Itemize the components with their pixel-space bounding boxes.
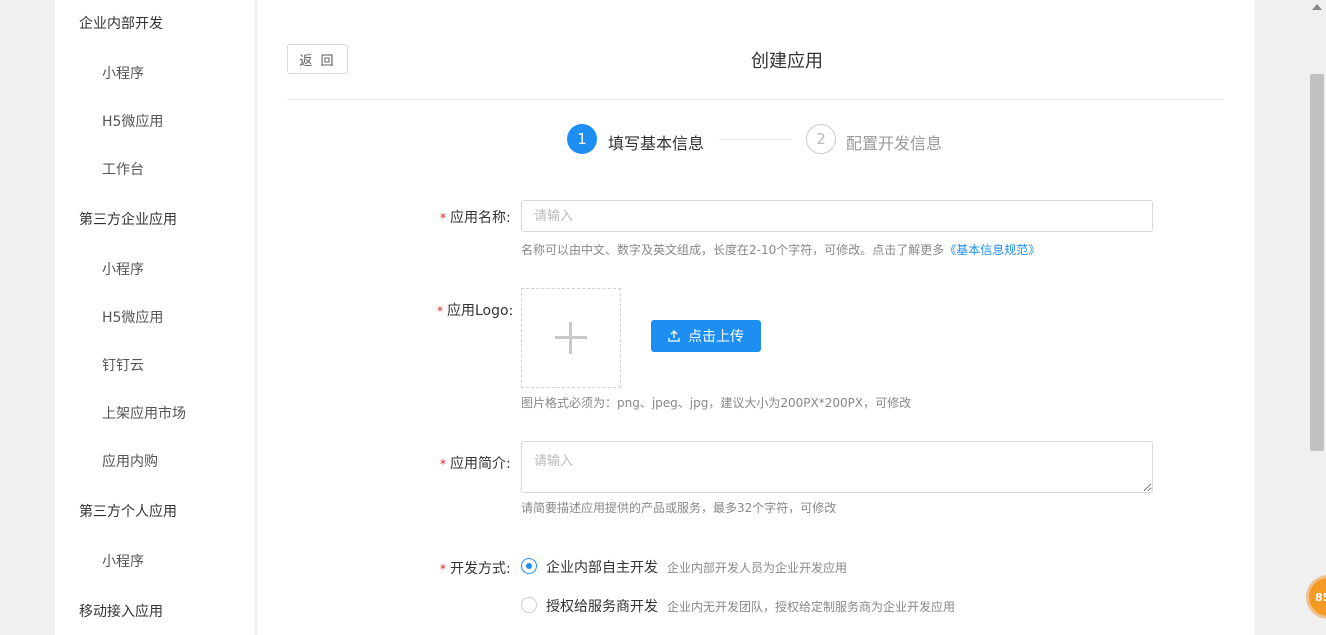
sidebar-nav: 企业内部开发 小程序 H5微应用 工作台 第三方企业应用 小程序 H5微应用 钉…: [55, 0, 255, 635]
sidebar-item-internal-miniprogram[interactable]: 小程序: [102, 63, 144, 83]
app-intro-textarea[interactable]: [521, 441, 1153, 493]
main-panel: 返 回 创建应用 1 填写基本信息 2 配置开发信息 * 应用名称: 名称可以由中…: [257, 0, 1255, 635]
sidebar-item-tp-h5[interactable]: H5微应用: [102, 307, 163, 327]
app-name-hint-text: 名称可以由中文、数字及英文组成，长度在2-10个字符，可修改。点击了解更多: [521, 243, 945, 257]
app-name-input[interactable]: [521, 200, 1153, 232]
basic-info-spec-link[interactable]: 《基本信息规范》: [944, 243, 1040, 257]
sidebar-group-mobile-access[interactable]: 移动接入应用: [79, 601, 163, 621]
app-name-label: * 应用名称:: [440, 207, 511, 227]
sidebar-item-tp-market[interactable]: 上架应用市场: [102, 403, 186, 423]
dev-mode-vendor-desc: 企业内无开发团队，授权给定制服务商为企业开发应用: [667, 600, 956, 614]
app-name-hint: 名称可以由中文、数字及英文组成，长度在2-10个字符，可修改。点击了解更多《基本…: [521, 241, 1040, 258]
dev-mode-internal-label[interactable]: 企业内部自主开发: [546, 557, 658, 577]
back-button[interactable]: 返 回: [287, 44, 348, 74]
sidebar-item-internal-workbench[interactable]: 工作台: [102, 159, 144, 179]
sidebar-item-tp-cloud[interactable]: 钉钉云: [102, 355, 144, 375]
sidebar-item-personal-miniprogram[interactable]: 小程序: [102, 551, 144, 571]
required-mark: *: [440, 562, 446, 576]
required-mark: *: [440, 211, 446, 225]
app-logo-label-text: 应用Logo:: [447, 303, 514, 319]
logo-upload-area[interactable]: [521, 288, 621, 388]
dev-mode-label-text: 开发方式:: [450, 561, 511, 577]
header-divider: [287, 99, 1223, 100]
app-intro-hint: 请简要描述应用提供的产品或服务，最多32个字符，可修改: [521, 501, 837, 515]
app-logo-hint: 图片格式必须为：png、jpeg、jpg，建议大小为200PX*200PX，可修…: [521, 396, 912, 410]
step-connector: [719, 139, 791, 140]
step-2-label: 配置开发信息: [846, 134, 943, 153]
page-title: 创建应用: [751, 51, 823, 72]
dev-mode-vendor-radio[interactable]: [521, 597, 537, 613]
step-1-indicator: 1: [567, 124, 597, 154]
sidebar-group-internal[interactable]: 企业内部开发: [79, 13, 163, 33]
plus-icon: [555, 322, 587, 354]
app-name-label-text: 应用名称:: [450, 210, 511, 226]
scrollbar-thumb[interactable]: [1310, 74, 1324, 451]
sidebar-group-third-party-personal[interactable]: 第三方个人应用: [79, 501, 177, 521]
dev-mode-label: * 开发方式:: [440, 558, 511, 578]
upload-button-label: 点击上传: [688, 329, 744, 345]
required-mark: *: [437, 304, 443, 318]
app-intro-label-text: 应用简介:: [450, 456, 511, 472]
sidebar-item-internal-h5[interactable]: H5微应用: [102, 111, 163, 131]
dev-mode-internal-desc: 企业内部开发人员为企业开发应用: [667, 561, 848, 575]
dev-mode-internal-radio[interactable]: [521, 558, 537, 574]
sidebar-item-tp-miniprogram[interactable]: 小程序: [102, 259, 144, 279]
step-2-indicator: 2: [806, 124, 836, 154]
step-1-label: 填写基本信息: [608, 134, 705, 153]
app-logo-label: * 应用Logo:: [437, 300, 513, 320]
app-intro-label: * 应用简介:: [440, 453, 511, 473]
required-mark: *: [440, 457, 446, 471]
sidebar-group-third-party-enterprise[interactable]: 第三方企业应用: [79, 209, 177, 229]
scroll-up-arrow-icon[interactable]: [1312, 4, 1322, 10]
upload-button[interactable]: 点击上传: [651, 320, 761, 352]
dev-mode-vendor-label[interactable]: 授权给服务商开发: [546, 596, 658, 616]
upload-icon: [668, 330, 680, 342]
sidebar-item-tp-iap[interactable]: 应用内购: [102, 451, 158, 471]
